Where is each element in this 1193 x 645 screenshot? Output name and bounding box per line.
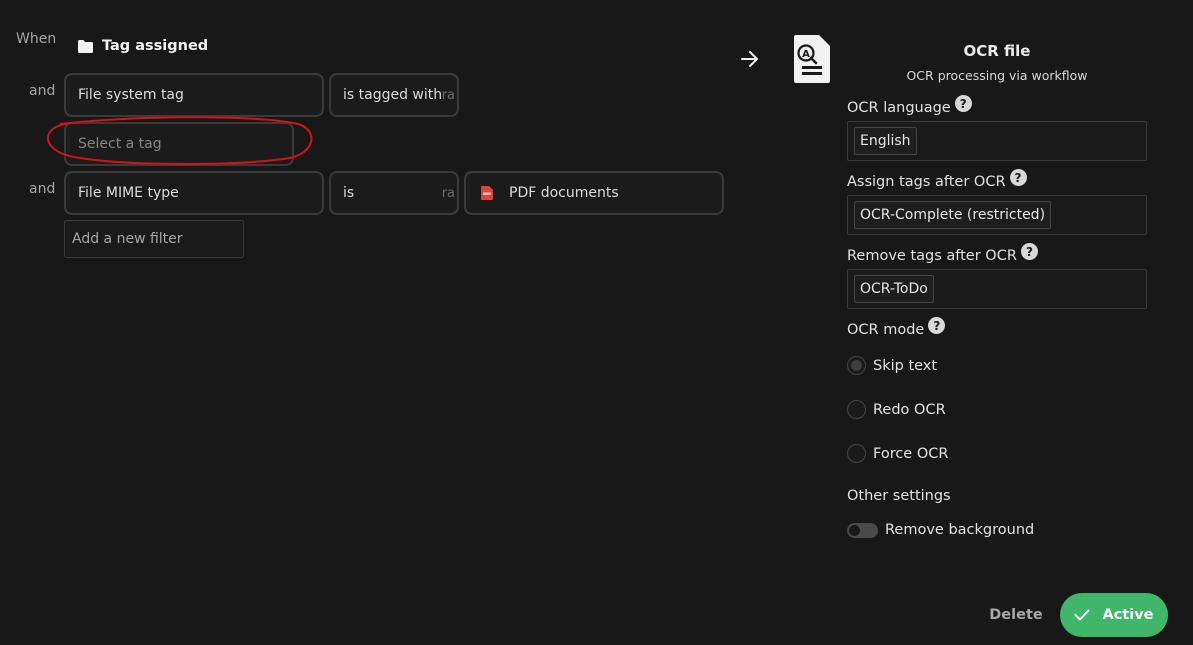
filter-connector: and bbox=[29, 83, 56, 99]
help-icon[interactable]: ? bbox=[1009, 169, 1027, 186]
ocr-language-label-text: OCR language bbox=[847, 99, 951, 116]
filter-operator-value: is tagged with bbox=[343, 87, 443, 103]
help-icon[interactable]: ? bbox=[954, 95, 972, 112]
radio-button[interactable] bbox=[847, 444, 866, 463]
ocr-language-chip[interactable]: English bbox=[854, 127, 917, 155]
trigger-event[interactable]: Tag assigned bbox=[78, 38, 208, 54]
filter-operator-select[interactable]: is ra bbox=[329, 171, 459, 215]
assign-tags-label-text: Assign tags after OCR bbox=[847, 173, 1006, 190]
pdf-icon bbox=[481, 186, 493, 200]
remove-background-label: Remove background bbox=[885, 522, 1035, 538]
when-label: When bbox=[16, 31, 57, 47]
ocr-document-icon: A bbox=[794, 35, 830, 83]
svg-text:A: A bbox=[802, 49, 810, 60]
mime-value: PDF documents bbox=[509, 185, 619, 201]
remove-tag-chip[interactable]: OCR-ToDo bbox=[854, 275, 934, 303]
ocr-mode-redo-ocr[interactable]: Redo OCR bbox=[847, 400, 946, 419]
arrow-right-icon bbox=[741, 51, 758, 67]
remove-tags-label: Remove tags after OCR ? bbox=[847, 243, 1038, 264]
folder-icon bbox=[78, 39, 93, 53]
check-icon bbox=[1074, 609, 1090, 621]
remove-background-toggle-row[interactable]: Remove background bbox=[847, 522, 1034, 538]
add-filter-placeholder: Add a new filter bbox=[72, 231, 183, 247]
action-title: OCR file bbox=[963, 42, 1031, 60]
annotation-ellipse bbox=[46, 116, 313, 165]
action-subtitle: OCR processing via workflow bbox=[906, 68, 1088, 83]
ocr-mode-skip-text[interactable]: Skip text bbox=[847, 356, 937, 375]
trigger-event-label: Tag assigned bbox=[102, 38, 209, 54]
remove-background-toggle[interactable] bbox=[847, 522, 878, 538]
filter-operator-suffix: ra bbox=[441, 87, 455, 103]
active-button[interactable]: Active bbox=[1060, 593, 1168, 637]
other-settings-label: Other settings bbox=[847, 488, 951, 504]
filter-field-value: File system tag bbox=[78, 87, 184, 103]
help-icon[interactable]: ? bbox=[1020, 243, 1038, 260]
add-filter-input[interactable]: Add a new filter bbox=[64, 220, 244, 258]
delete-button[interactable]: Delete bbox=[980, 598, 1052, 632]
active-button-label: Active bbox=[1102, 607, 1154, 623]
toggle-knob bbox=[849, 524, 860, 536]
assign-tags-select[interactable]: OCR-Complete (restricted) bbox=[847, 195, 1147, 235]
radio-button[interactable] bbox=[847, 400, 866, 419]
filter-operator-value: is bbox=[343, 185, 355, 201]
assign-tags-label: Assign tags after OCR ? bbox=[847, 169, 1027, 190]
filter-field-select[interactable]: File system tag bbox=[64, 73, 324, 117]
filter-connector: and bbox=[29, 181, 56, 197]
filter-operator-select[interactable]: is tagged with ra bbox=[329, 73, 459, 117]
ocr-language-label: OCR language ? bbox=[847, 95, 972, 116]
remove-tags-select[interactable]: OCR-ToDo bbox=[847, 269, 1147, 309]
remove-tags-label-text: Remove tags after OCR bbox=[847, 247, 1017, 264]
ocr-mode-label: OCR mode ? bbox=[847, 317, 946, 338]
ocr-mode-label-text: OCR mode bbox=[847, 321, 925, 338]
help-icon[interactable]: ? bbox=[928, 317, 946, 334]
assign-tag-chip[interactable]: OCR-Complete (restricted) bbox=[854, 201, 1052, 229]
ocr-language-select[interactable]: English bbox=[847, 121, 1147, 161]
filter-operator-suffix: ra bbox=[441, 185, 455, 201]
radio-label: Skip text bbox=[873, 357, 938, 374]
filter-field-select[interactable]: File MIME type bbox=[64, 171, 324, 215]
ocr-mode-force-ocr[interactable]: Force OCR bbox=[847, 444, 948, 463]
mime-value-select[interactable]: PDF documents bbox=[464, 171, 724, 215]
radio-label: Force OCR bbox=[873, 445, 949, 462]
radio-button[interactable] bbox=[847, 356, 866, 375]
radio-label: Redo OCR bbox=[873, 401, 946, 418]
filter-field-value: File MIME type bbox=[78, 185, 179, 201]
